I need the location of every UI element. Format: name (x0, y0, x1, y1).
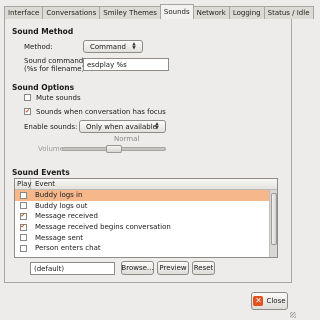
close-label: Close (266, 297, 286, 305)
sound-command-input[interactable]: esdplay %s (83, 58, 169, 71)
event-name: Message sent (35, 233, 84, 242)
tab-smiley-themes[interactable]: Smiley Themes (99, 6, 161, 19)
play-checkbox[interactable]: ✔ (19, 212, 27, 220)
list-item[interactable]: ✔ Message received (15, 211, 277, 222)
sound-events-list[interactable]: Play Event Buddy logs in Buddy logs out … (14, 178, 278, 258)
sound-file-value: (default) (34, 264, 65, 273)
event-name: Person enters chat (35, 244, 101, 253)
enable-sounds-value: Only when available (86, 122, 157, 131)
mute-sounds-checkbox[interactable] (24, 94, 31, 101)
scrollbar-thumb[interactable] (271, 193, 277, 245)
sound-command-label: Sound command: (24, 57, 86, 65)
play-checkbox[interactable]: ✔ (19, 223, 27, 231)
play-checkbox[interactable] (19, 202, 27, 210)
tab-interface[interactable]: Interface (4, 6, 44, 19)
tab-conversations[interactable]: Conversations (42, 6, 101, 19)
tab-status-idle[interactable]: Status / Idle (263, 6, 314, 19)
list-item[interactable]: Buddy logs out (15, 201, 277, 212)
play-checkbox[interactable] (19, 244, 27, 252)
close-button[interactable]: ✕ Close (251, 292, 288, 310)
sound-file-input[interactable]: (default) (30, 262, 115, 275)
sound-events-heading: Sound Events (12, 168, 70, 177)
list-item[interactable]: Buddy logs in (15, 190, 277, 201)
method-combo[interactable]: Command ▲ ▼ (83, 40, 143, 53)
tab-network[interactable]: Network (192, 6, 230, 19)
enable-sounds-label: Enable sounds: (24, 123, 78, 131)
event-name: Message received (35, 212, 98, 221)
tab-logging[interactable]: Logging (228, 6, 265, 19)
close-icon: ✕ (253, 296, 264, 306)
checkmark-icon: ✔ (20, 212, 26, 220)
resize-grip[interactable] (290, 312, 296, 318)
reset-button[interactable]: Reset (192, 261, 215, 275)
method-value: Command (90, 42, 126, 51)
volume-slider-thumb[interactable] (106, 145, 122, 153)
column-header-play[interactable]: Play (15, 179, 32, 189)
tab-sounds[interactable]: Sounds (159, 4, 194, 19)
updown-arrows-icon: ▲ ▼ (132, 41, 136, 51)
event-name: Buddy logs in (35, 191, 83, 200)
list-item[interactable]: Message sent (15, 232, 277, 243)
tab-bar: Interface Conversations Smiley Themes So… (4, 4, 314, 19)
event-name: Buddy logs out (35, 201, 88, 210)
method-label: Method: (24, 43, 53, 51)
mute-sounds-label[interactable]: Mute sounds (36, 94, 81, 102)
preview-button[interactable]: Preview (157, 261, 189, 275)
checkmark-icon: ✔ (24, 107, 31, 115)
enable-sounds-combo[interactable]: Only when available ▲ ▼ (79, 120, 166, 133)
list-scrollbar[interactable] (269, 190, 277, 257)
focus-sounds-checkbox[interactable]: ✔ (24, 108, 31, 115)
play-checkbox[interactable] (19, 191, 27, 199)
list-item[interactable]: ✔ Message received begins conversation (15, 222, 277, 233)
sound-command-value: esdplay %s (87, 60, 127, 69)
list-item[interactable]: Person enters chat (15, 243, 277, 254)
checkmark-icon: ✔ (20, 223, 26, 231)
play-checkbox[interactable] (19, 234, 27, 242)
sound-command-hint: (%s for filename) (24, 65, 85, 73)
sound-options-heading: Sound Options (12, 83, 75, 92)
browse-button[interactable]: Browse... (121, 261, 154, 275)
column-header-event[interactable]: Event (31, 179, 277, 189)
event-name: Message received begins conversation (35, 223, 171, 232)
updown-arrows-icon: ▲ ▼ (155, 121, 159, 131)
focus-sounds-label[interactable]: Sounds when conversation has focus (36, 108, 166, 116)
volume-value-text: Normal (114, 135, 140, 143)
list-header: Play Event (15, 179, 277, 190)
sound-method-heading: Sound Method (12, 27, 74, 36)
